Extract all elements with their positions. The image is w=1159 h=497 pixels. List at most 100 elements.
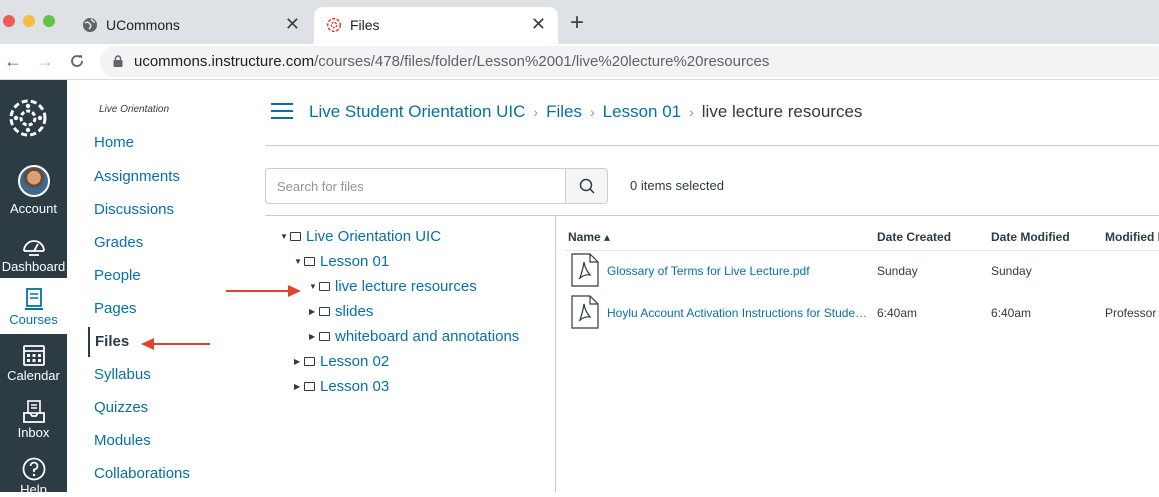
hamburger-menu-icon[interactable] <box>271 103 293 121</box>
folder-label: whiteboard and annotations <box>335 328 520 345</box>
forward-icon[interactable]: → <box>36 50 54 72</box>
tree-folder-lesson-03[interactable]: ▶ Lesson 03 <box>294 378 389 395</box>
file-date-modified: Sunday <box>991 264 1032 278</box>
collapsed-triangle-icon[interactable]: ▶ <box>294 357 304 366</box>
tab-close-icon[interactable]: ✕ <box>531 14 546 34</box>
course-nav-people[interactable]: People <box>94 267 141 284</box>
course-nav-collaborations[interactable]: Collaborations <box>94 465 190 482</box>
divider <box>555 215 556 492</box>
course-term-label: Live Orientation <box>99 104 170 115</box>
global-nav-label: Dashboard <box>1 259 66 274</box>
file-name-link[interactable]: Hoylu Account Activation Instructions fo… <box>607 306 867 320</box>
course-nav-quizzes[interactable]: Quizzes <box>94 399 148 416</box>
canvas-logo-icon <box>326 17 342 33</box>
course-nav-modules[interactable]: Modules <box>94 432 151 449</box>
global-nav-label: Help <box>20 482 47 497</box>
reload-icon[interactable] <box>69 53 85 69</box>
tab-close-icon[interactable]: ✕ <box>285 14 300 34</box>
folder-label: Live Orientation UIC <box>306 228 442 245</box>
global-nav-account[interactable]: Account <box>0 165 67 219</box>
tree-folder-whiteboard[interactable]: ▶ whiteboard and annotations <box>309 328 519 345</box>
column-header-name[interactable]: Name ▴ <box>568 230 610 244</box>
breadcrumb: Live Student Orientation UIC › Files › Lesso… <box>309 102 862 122</box>
course-navigation: Live Orientation Home Assignments Discus… <box>67 80 247 492</box>
window-zoom-button[interactable] <box>43 15 55 27</box>
search-input[interactable] <box>266 169 566 203</box>
folder-label: slides <box>335 303 374 320</box>
canvas-logo-icon[interactable] <box>8 98 48 138</box>
global-nav-label: Calendar <box>7 368 60 383</box>
breadcrumb-separator-icon: › <box>589 104 595 120</box>
browser-toolbar: ← → ucommons.instructure.com/courses/478… <box>0 44 1159 80</box>
folder-icon <box>304 357 315 366</box>
courses-icon <box>24 288 43 310</box>
column-header-date-modified[interactable]: Date Modified <box>991 230 1070 244</box>
file-date-created: Sunday <box>877 264 918 278</box>
folder-icon <box>304 382 315 391</box>
folder-label: Lesson 01 <box>320 253 390 270</box>
tree-folder-lesson-01[interactable]: ▼ Lesson 01 <box>294 253 389 270</box>
folder-icon <box>319 307 330 316</box>
global-nav-label: Courses <box>9 312 58 327</box>
browser-tab-bar: UCommons ✕ Files ✕ + <box>0 0 1159 44</box>
course-nav-home[interactable]: Home <box>94 134 134 151</box>
expanded-triangle-icon[interactable]: ▼ <box>280 232 290 241</box>
back-icon[interactable]: ← <box>4 50 22 72</box>
window-close-button[interactable] <box>3 15 15 27</box>
browser-tab-files[interactable]: Files ✕ <box>314 7 558 44</box>
address-bar[interactable]: ucommons.instructure.com/courses/478/fil… <box>100 46 1159 77</box>
tree-folder-live-lecture-resources[interactable]: ▼ live lecture resources <box>309 278 477 295</box>
global-nav-calendar[interactable]: Calendar <box>0 342 67 388</box>
course-nav-discussions[interactable]: Discussions <box>94 201 174 218</box>
global-navigation: Account Dashboard Courses Calendar Inbox… <box>0 80 67 497</box>
tree-folder-root[interactable]: ▼ Live Orientation UIC <box>280 228 441 245</box>
global-nav-courses[interactable]: Courses <box>0 278 67 334</box>
lock-icon <box>113 55 123 67</box>
file-modified-by: Professor <box>1105 306 1157 320</box>
annotation-arrow-icon <box>226 285 301 297</box>
dashboard-icon <box>22 240 45 256</box>
breadcrumb-separator-icon: › <box>533 104 539 120</box>
tree-folder-lesson-02[interactable]: ▶ Lesson 02 <box>294 353 389 370</box>
global-nav-inbox[interactable]: Inbox <box>0 399 67 445</box>
divider <box>265 145 1159 146</box>
folder-icon <box>319 332 330 341</box>
course-nav-syllabus[interactable]: Syllabus <box>94 366 151 383</box>
course-nav-assignments[interactable]: Assignments <box>94 168 180 185</box>
expanded-triangle-icon[interactable]: ▼ <box>294 257 304 266</box>
selection-count: 0 items selected <box>630 178 724 193</box>
breadcrumb-separator-icon: › <box>689 104 694 120</box>
folder-icon <box>290 232 301 241</box>
annotation-arrow-icon <box>141 338 210 350</box>
breadcrumb-course[interactable]: Live Student Orientation UIC <box>309 102 525 121</box>
window-minimize-button[interactable] <box>23 15 35 27</box>
course-nav-pages[interactable]: Pages <box>94 300 137 317</box>
collapsed-triangle-icon[interactable]: ▶ <box>294 382 304 391</box>
global-nav-help[interactable]: Help <box>0 456 67 497</box>
file-name-link[interactable]: Glossary of Terms for Live Lecture.pdf <box>607 264 810 278</box>
breadcrumb-lesson[interactable]: Lesson 01 <box>603 102 681 121</box>
breadcrumb-files[interactable]: Files <box>546 102 582 121</box>
folder-icon <box>319 282 330 291</box>
globe-icon <box>83 18 97 32</box>
global-nav-dashboard[interactable]: Dashboard <box>0 233 67 277</box>
browser-tab-ucommons[interactable]: UCommons ✕ <box>70 7 312 44</box>
divider <box>565 250 1159 251</box>
new-tab-button[interactable]: + <box>570 10 584 36</box>
tab-title: UCommons <box>106 17 180 33</box>
course-nav-files[interactable]: Files <box>88 327 129 357</box>
avatar <box>17 165 50 197</box>
expanded-triangle-icon[interactable]: ▼ <box>309 282 319 291</box>
course-nav-grades[interactable]: Grades <box>94 234 143 251</box>
pdf-file-icon <box>571 253 599 287</box>
file-date-modified: 6:40am <box>991 306 1032 320</box>
column-header-date-created[interactable]: Date Created <box>877 230 951 244</box>
collapsed-triangle-icon[interactable]: ▶ <box>309 332 319 341</box>
global-nav-label: Account <box>10 201 57 216</box>
collapsed-triangle-icon[interactable]: ▶ <box>309 307 319 316</box>
tree-folder-slides[interactable]: ▶ slides <box>309 303 373 320</box>
column-header-modified-by[interactable]: Modified By <box>1105 230 1159 244</box>
url-text: ucommons.instructure.com/courses/478/fil… <box>134 53 770 70</box>
search-button[interactable] <box>565 169 607 203</box>
folder-label: Lesson 02 <box>320 353 390 370</box>
